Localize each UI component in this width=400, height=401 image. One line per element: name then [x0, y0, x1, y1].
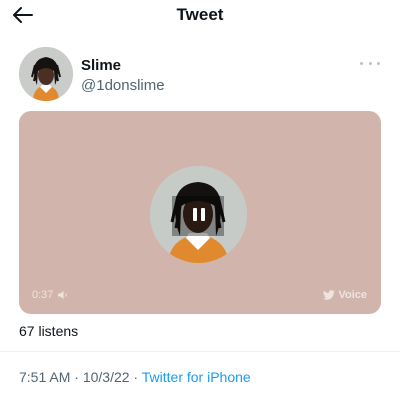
speaker-icon[interactable] — [57, 290, 69, 300]
meta-separator: · — [70, 369, 83, 385]
meta-separator: · — [129, 369, 142, 385]
listens-count: 67 listens — [19, 323, 79, 339]
more-dot — [368, 61, 372, 65]
more-dot — [377, 61, 380, 65]
voice-badge: Voice — [323, 289, 367, 301]
page-title: Tweet — [176, 5, 224, 24]
tweet-date[interactable]: 10/3/22 — [83, 369, 130, 385]
voice-label-text: Voice — [338, 289, 367, 301]
duration-text: 0:37 — [32, 289, 54, 301]
tweet-time[interactable]: 7:51 AM — [19, 369, 70, 385]
voice-duration: 0:37 — [32, 289, 69, 301]
top-bar: Tweet — [0, 0, 400, 32]
pause-icon-bar — [200, 208, 205, 221]
divider — [0, 351, 400, 352]
pause-icon — [192, 208, 197, 221]
tweet-meta: 7:51 AM · 10/3/22 · Twitter for iPhone — [19, 369, 251, 385]
voice-player-avatar[interactable] — [150, 166, 247, 263]
more-options-button[interactable] — [360, 57, 380, 69]
more-dots-icon — [360, 61, 363, 65]
twitter-bird-icon — [323, 290, 336, 300]
author-handle[interactable]: @1donslime — [81, 77, 165, 94]
voice-tweet-card[interactable]: 0:37 Voice — [19, 111, 381, 314]
author-name[interactable]: Slime — [81, 57, 121, 74]
avatar-image — [19, 47, 73, 101]
tweet-source-link[interactable]: Twitter for iPhone — [142, 369, 251, 385]
pause-button[interactable] — [184, 200, 213, 229]
tweet-author: Slime @1donslime — [19, 47, 384, 103]
avatar[interactable] — [19, 47, 73, 101]
